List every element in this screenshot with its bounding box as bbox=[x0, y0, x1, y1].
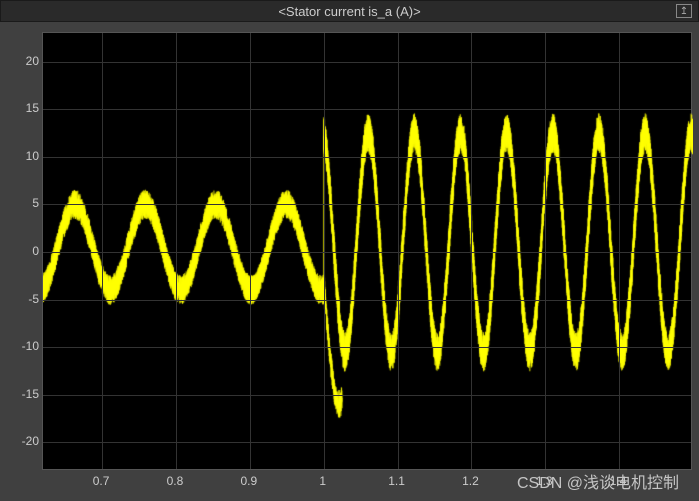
x-tick-label: 1 bbox=[319, 474, 326, 488]
y-tick-label: 15 bbox=[9, 101, 39, 115]
plot-title: <Stator current is_a (A)> bbox=[278, 4, 420, 19]
y-tick-label: 20 bbox=[9, 54, 39, 68]
scope-window: <Stator current is_a (A)> CSDN @浅谈电机控制 -… bbox=[0, 0, 699, 501]
plot-area[interactable] bbox=[42, 32, 692, 470]
y-tick-label: -10 bbox=[9, 339, 39, 353]
y-tick-label: -20 bbox=[9, 434, 39, 448]
x-tick-label: 0.8 bbox=[167, 474, 184, 488]
grid-line-h bbox=[43, 62, 691, 63]
grid-line-v bbox=[619, 33, 620, 469]
y-tick-label: -5 bbox=[9, 292, 39, 306]
grid-line-h bbox=[43, 252, 691, 253]
grid-line-v bbox=[398, 33, 399, 469]
y-tick-label: 5 bbox=[9, 196, 39, 210]
x-tick-label: 1.1 bbox=[388, 474, 405, 488]
x-tick-label: 1.2 bbox=[462, 474, 479, 488]
x-tick-label: 1.4 bbox=[610, 474, 627, 488]
grid-line-v bbox=[102, 33, 103, 469]
title-bar: <Stator current is_a (A)> bbox=[0, 0, 699, 22]
dock-icon[interactable] bbox=[676, 4, 692, 18]
grid-line-v bbox=[471, 33, 472, 469]
grid-line-h bbox=[43, 347, 691, 348]
x-tick-label: 0.9 bbox=[240, 474, 257, 488]
grid-line-h bbox=[43, 204, 691, 205]
grid-line-h bbox=[43, 442, 691, 443]
y-tick-label: -15 bbox=[9, 387, 39, 401]
y-tick-label: 0 bbox=[9, 244, 39, 258]
grid-line-h bbox=[43, 109, 691, 110]
grid-line-v bbox=[545, 33, 546, 469]
grid-line-v bbox=[250, 33, 251, 469]
plot-container: CSDN @浅谈电机控制 -20-15-10-5051015200.70.80.… bbox=[0, 22, 699, 501]
grid-line-v bbox=[324, 33, 325, 469]
grid-line-h bbox=[43, 395, 691, 396]
grid-line-h bbox=[43, 157, 691, 158]
x-tick-label: 0.7 bbox=[93, 474, 110, 488]
grid-line-v bbox=[176, 33, 177, 469]
y-tick-label: 10 bbox=[9, 149, 39, 163]
x-tick-label: 1.3 bbox=[536, 474, 553, 488]
grid-line-h bbox=[43, 300, 691, 301]
